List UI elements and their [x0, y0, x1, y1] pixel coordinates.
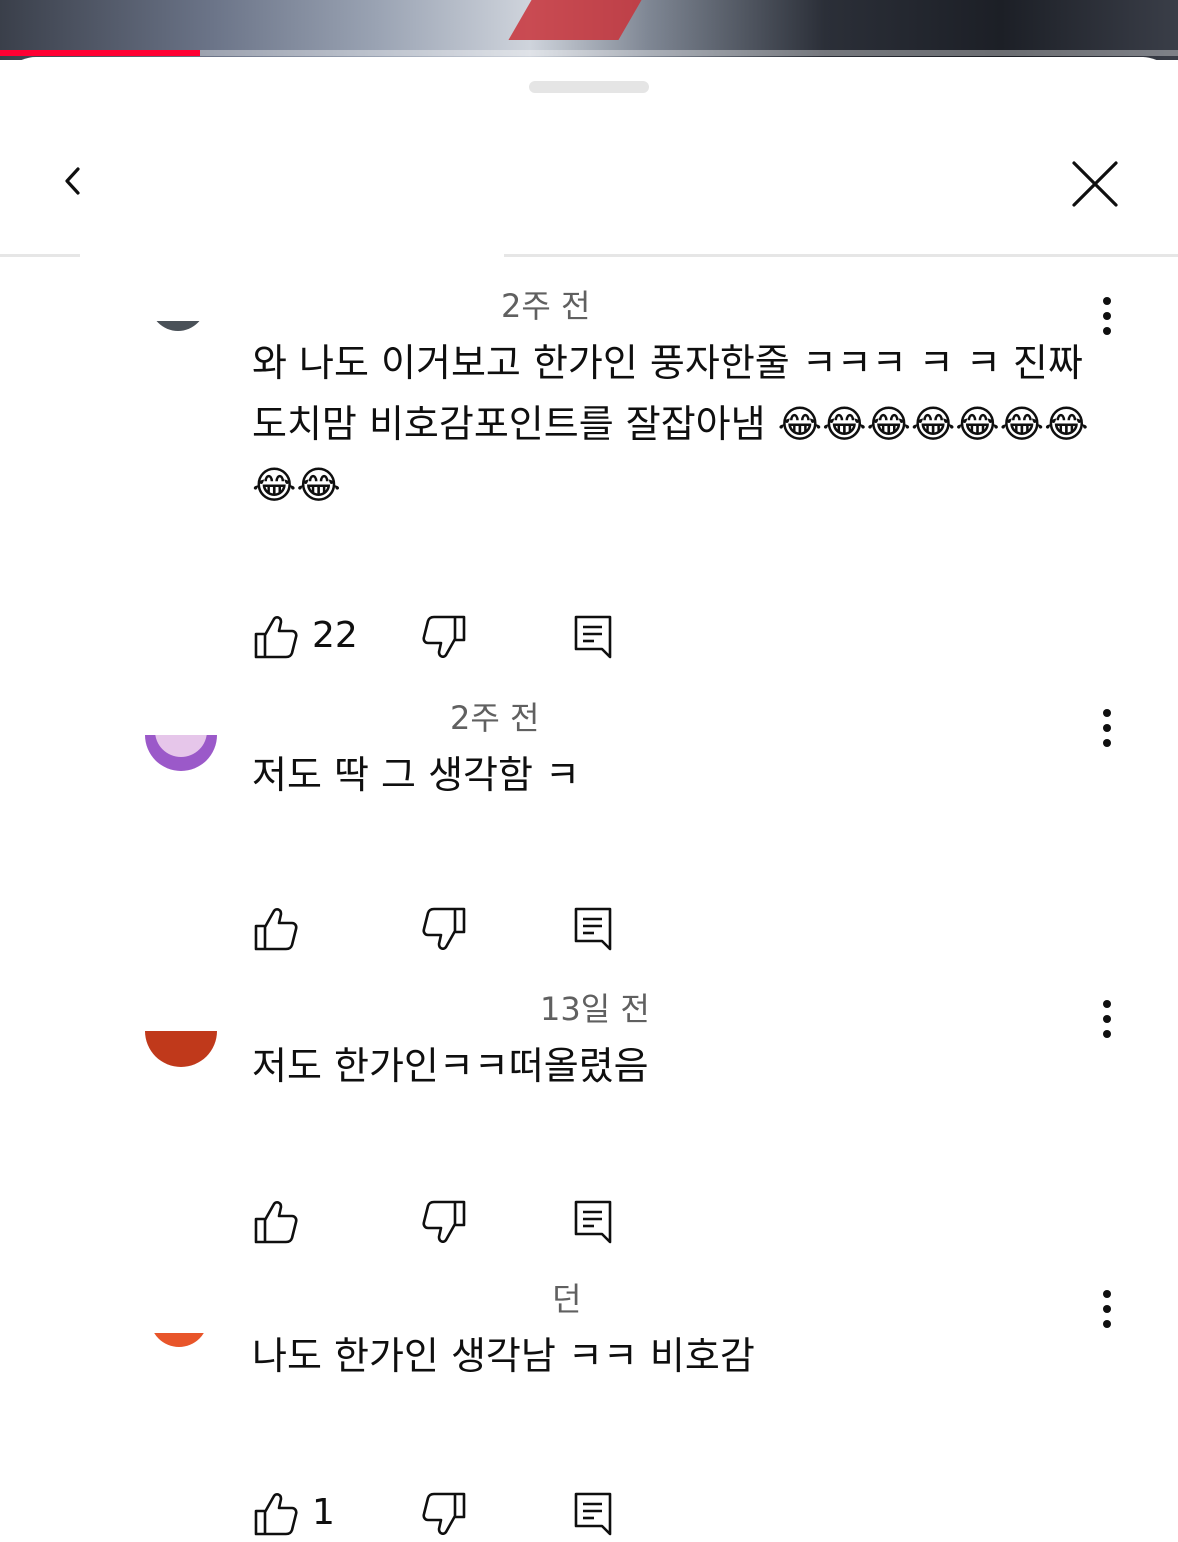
avatar[interactable] [145, 1031, 217, 1067]
dot [1103, 739, 1111, 747]
back-button[interactable] [50, 153, 100, 213]
avatar[interactable] [150, 321, 206, 357]
dot [1103, 1305, 1111, 1313]
comment-icon [574, 615, 612, 659]
dot [1103, 1290, 1111, 1298]
comment-text: 와 나도 이거보고 한가인 풍자한줄 ㅋㅋㅋ ㅋ ㅋ 진짜 도치맘 비호감포인트… [252, 341, 1095, 507]
thumbs-up-icon [254, 616, 298, 659]
like-button[interactable] [252, 1198, 300, 1246]
comment-text: 저도 딱 그 생각함 ㅋ [252, 753, 580, 797]
dot [1103, 327, 1111, 335]
comments-sheet: 2주 전 와 나도 이거보고 한가인 풍자한줄 ㅋㅋㅋ ㅋ ㅋ 진짜 도치맘 비… [0, 57, 1178, 1536]
thumbs-down-icon [422, 1492, 466, 1535]
comment-icon [574, 1200, 612, 1244]
comment-timestamp: 던 [552, 1280, 582, 1318]
sheet-drag-handle[interactable] [529, 81, 649, 93]
comment-actions: 22 [252, 613, 652, 665]
dot [1103, 312, 1111, 320]
sheet-header [0, 127, 1178, 237]
close-button[interactable] [1060, 149, 1130, 219]
thumbs-down-icon [422, 1200, 466, 1243]
chevron-left-icon [65, 167, 80, 195]
thumbs-up-icon [254, 1201, 298, 1244]
comment-icon [574, 907, 612, 951]
more-options-button[interactable] [1090, 998, 1124, 1042]
comment-actions [252, 905, 652, 957]
reply-button[interactable] [572, 613, 616, 661]
dot [1103, 1000, 1111, 1008]
like-button[interactable] [252, 1490, 300, 1538]
more-options-button[interactable] [1090, 295, 1124, 339]
dot [1103, 724, 1111, 732]
like-count: 1 [312, 1492, 335, 1533]
comment-actions [252, 1198, 652, 1250]
avatar-image [150, 321, 206, 331]
header-divider-gap [80, 247, 504, 259]
like-count: 22 [312, 615, 358, 656]
reply-button[interactable] [572, 905, 616, 953]
dot [1103, 709, 1111, 717]
video-progress-bar [0, 50, 201, 56]
dot [1103, 297, 1111, 305]
like-button[interactable] [252, 613, 300, 661]
dot [1103, 1015, 1111, 1023]
avatar[interactable] [145, 735, 217, 771]
dot [1103, 1320, 1111, 1328]
avatar[interactable] [150, 1333, 208, 1347]
dislike-button[interactable] [420, 1198, 468, 1246]
comment-timestamp: 2주 전 [450, 699, 540, 737]
video-frame-detail [508, 0, 642, 40]
comment-text: 나도 한가인 생각남 ㅋㅋ 비호감 [252, 1334, 755, 1378]
thumbs-up-icon [254, 908, 298, 951]
reply-button[interactable] [572, 1198, 616, 1246]
thumbs-up-icon [254, 1493, 298, 1536]
thumbs-down-icon [422, 907, 466, 950]
close-icon [1072, 161, 1118, 207]
dot [1103, 1030, 1111, 1038]
comment-timestamp: 13일 전 [540, 990, 650, 1028]
dislike-button[interactable] [420, 905, 468, 953]
like-button[interactable] [252, 905, 300, 953]
comment-timestamp: 2주 전 [501, 287, 591, 325]
avatar-image [150, 1333, 208, 1347]
comment-actions: 1 [252, 1490, 652, 1542]
comment-icon [574, 1492, 612, 1536]
more-options-button[interactable] [1090, 707, 1124, 751]
reply-button[interactable] [572, 1490, 616, 1538]
avatar-image [145, 1031, 217, 1067]
dislike-button[interactable] [420, 613, 468, 661]
comment-text: 저도 한가인ㅋㅋ떠올렸음 [252, 1044, 649, 1088]
more-options-button[interactable] [1090, 1288, 1124, 1332]
dislike-button[interactable] [420, 1490, 468, 1538]
thumbs-down-icon [422, 615, 466, 658]
